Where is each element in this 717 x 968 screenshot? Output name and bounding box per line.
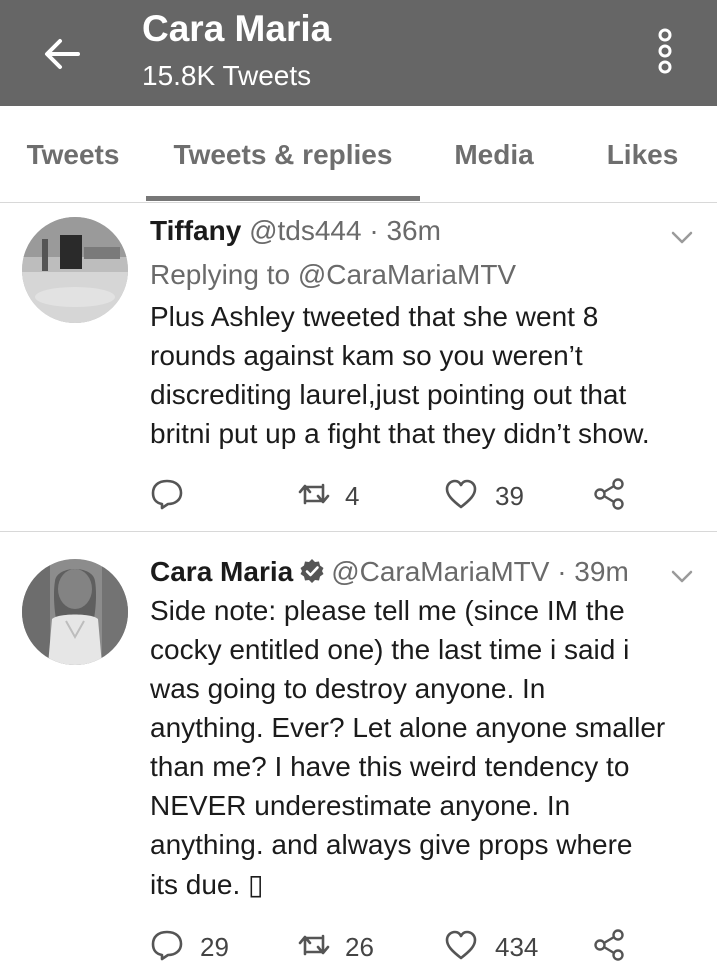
retweet-icon[interactable] — [297, 928, 331, 962]
tweet-count: 15.8K Tweets — [142, 60, 312, 91]
author-name[interactable]: Cara Maria — [150, 556, 293, 587]
tweet-text-line: rounds against kam so you weren’t — [150, 340, 583, 371]
reply-count: 29 — [200, 932, 229, 962]
avatar[interactable] — [22, 559, 128, 665]
avatar[interactable] — [22, 217, 128, 323]
tab-media[interactable]: Media — [420, 106, 568, 202]
arrow-left-icon[interactable] — [40, 32, 84, 76]
more-vertical-icon[interactable] — [648, 26, 682, 76]
tweet[interactable]: Cara Maria @CaraMariaMTV · 39m Side note… — [0, 532, 717, 962]
tweet-text-line: its due. ▯ — [150, 869, 264, 900]
tweet-text-line: NEVER underestimate anyone. In — [150, 790, 571, 821]
share-icon[interactable] — [592, 477, 626, 511]
chevron-down-icon[interactable] — [670, 568, 694, 586]
tweet-actions: 29 26 434 — [0, 924, 717, 968]
profile-title: Cara Maria — [142, 8, 332, 49]
author-handle-time: @CaraMariaMTV · 39m — [331, 556, 629, 587]
reply-icon[interactable] — [150, 477, 184, 511]
profile-tabs: Tweets Tweets & replies Media Likes — [0, 106, 717, 203]
like-count: 39 — [495, 481, 524, 511]
tweet-text-line: Plus Ashley tweeted that she went 8 — [150, 301, 599, 332]
reply-icon[interactable] — [150, 928, 184, 962]
tweet[interactable]: Tiffany @tds444 · 36m Replying to @CaraM… — [0, 203, 717, 532]
chevron-down-icon[interactable] — [670, 229, 694, 247]
tweet-text-line: cocky entitled one) the last time i said… — [150, 634, 630, 665]
tab-tweets-and-replies[interactable]: Tweets & replies — [146, 106, 420, 202]
tab-likes[interactable]: Likes — [568, 106, 717, 202]
tweet-text-line: was going to destroy anyone. In — [150, 673, 546, 704]
tweet-text-line: Side note: please tell me (since IM the — [150, 595, 625, 626]
tweet-text-line: anything. and always give props where — [150, 829, 633, 860]
tweet-text-line: britni put up a fight that they didn’t s… — [150, 418, 650, 449]
tweet-text-line: anything. Ever? Let alone anyone smaller — [150, 712, 666, 743]
tweet-actions: 4 39 — [0, 473, 717, 517]
replying-to[interactable]: Replying to @CaraMariaMTV — [150, 259, 516, 291]
tab-tweets[interactable]: Tweets — [0, 106, 146, 202]
active-tab-indicator — [146, 196, 420, 201]
tweet-header: Cara Maria @CaraMariaMTV · 39m — [150, 556, 629, 588]
top-bar: Cara Maria 15.8K Tweets — [0, 0, 717, 106]
author-name[interactable]: Tiffany — [150, 215, 241, 246]
like-count: 434 — [495, 932, 539, 962]
tweet-header: Tiffany @tds444 · 36m — [150, 215, 441, 247]
tweet-text-line: than me? I have this weird tendency to — [150, 751, 630, 782]
heart-icon[interactable] — [444, 928, 478, 962]
retweet-count: 4 — [345, 481, 360, 511]
verified-badge-icon — [300, 559, 324, 583]
heart-icon[interactable] — [444, 477, 478, 511]
retweet-count: 26 — [345, 932, 374, 962]
author-handle-time: @tds444 · 36m — [249, 215, 441, 246]
tweet-text-line: discrediting laurel,just pointing out th… — [150, 379, 627, 410]
share-icon[interactable] — [592, 928, 626, 962]
retweet-icon[interactable] — [297, 477, 331, 511]
